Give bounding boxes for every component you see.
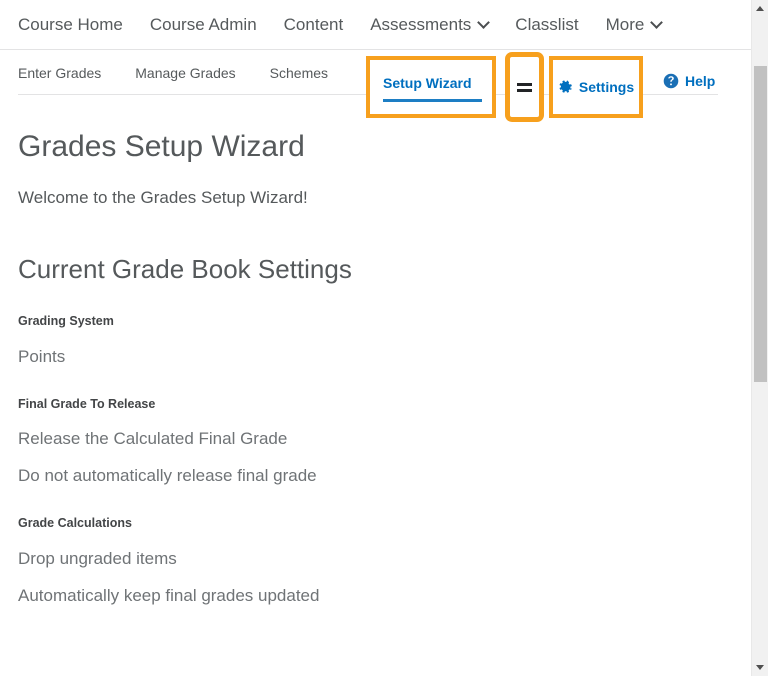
nav-item-course-admin[interactable]: Course Admin (150, 16, 257, 33)
help-button[interactable]: Help (663, 73, 715, 89)
help-circle-icon (663, 73, 679, 89)
settings-section-final-grade-to-release: Final Grade To Release Release the Calcu… (18, 365, 751, 485)
setting-value: Automatically keep final grades updated (18, 585, 320, 605)
nav-item-label: More (605, 15, 645, 34)
vertical-scrollbar[interactable] (751, 0, 768, 676)
nav-item-label: Course Admin (149, 15, 257, 34)
chevron-down-icon (479, 18, 488, 27)
page-title: Grades Setup Wizard (18, 130, 305, 163)
intro-text: Welcome to the Grades Setup Wizard! (18, 188, 308, 207)
active-tab-underline (383, 99, 482, 102)
nav-item-more[interactable]: More (606, 16, 662, 33)
highlight-box-equals-button (505, 52, 544, 122)
highlight-box-setup-wizard-tab: Setup Wizard (366, 56, 496, 118)
setting-value: Drop ungraded items (18, 548, 177, 568)
nav-item-label: Content (283, 15, 344, 34)
tab-enter-grades[interactable]: Enter Grades (18, 66, 101, 80)
nav-item-label: Classlist (515, 15, 579, 34)
tab-setup-wizard[interactable]: Setup Wizard (383, 75, 472, 91)
main-content: Grades Setup Wizard Welcome to the Grade… (0, 112, 751, 604)
setting-label: Final Grade To Release (18, 396, 156, 411)
help-button-label: Help (685, 73, 716, 89)
nav-item-assessments[interactable]: Assessments (370, 16, 488, 33)
course-top-navigation: Course Home Course Admin Content Assessm… (0, 0, 751, 50)
settings-section-grade-calculations: Grade Calculations Drop ungraded items A… (18, 484, 751, 604)
help-link-wrapper: Help (663, 73, 715, 89)
section-heading-current-grade-book-settings: Current Grade Book Settings (18, 254, 352, 284)
gear-icon (559, 79, 572, 93)
settings-button[interactable]: Settings (558, 79, 634, 95)
chevron-down-icon (652, 18, 661, 27)
scrollbar-thumb[interactable] (754, 66, 767, 382)
setting-value: Points (18, 346, 66, 366)
settings-button-label: Settings (578, 79, 635, 95)
settings-section-grading-system: Grading System Points (18, 282, 751, 365)
nav-item-course-home[interactable]: Course Home (18, 16, 123, 33)
scroll-up-arrow-icon[interactable] (752, 0, 768, 17)
tab-manage-grades[interactable]: Manage Grades (135, 66, 235, 80)
scroll-down-arrow-icon[interactable] (752, 659, 768, 676)
setting-value: Do not automatically release final grade (18, 466, 317, 485)
highlight-box-settings-button: Settings (549, 56, 643, 118)
nav-item-label: Course Home (18, 15, 123, 34)
grades-setup-wizard-page: Course Home Course Admin Content Assessm… (0, 0, 768, 676)
setting-label: Grade Calculations (18, 516, 132, 530)
nav-item-label: Assessments (370, 15, 472, 34)
nav-item-classlist[interactable]: Classlist (515, 16, 578, 33)
setting-value: Release the Calculated Final Grade (18, 429, 288, 448)
nav-item-content[interactable]: Content (284, 16, 344, 33)
tab-schemes[interactable]: Schemes (270, 66, 328, 80)
setting-label: Grading System (18, 314, 114, 328)
equals-icon[interactable] (517, 82, 532, 92)
